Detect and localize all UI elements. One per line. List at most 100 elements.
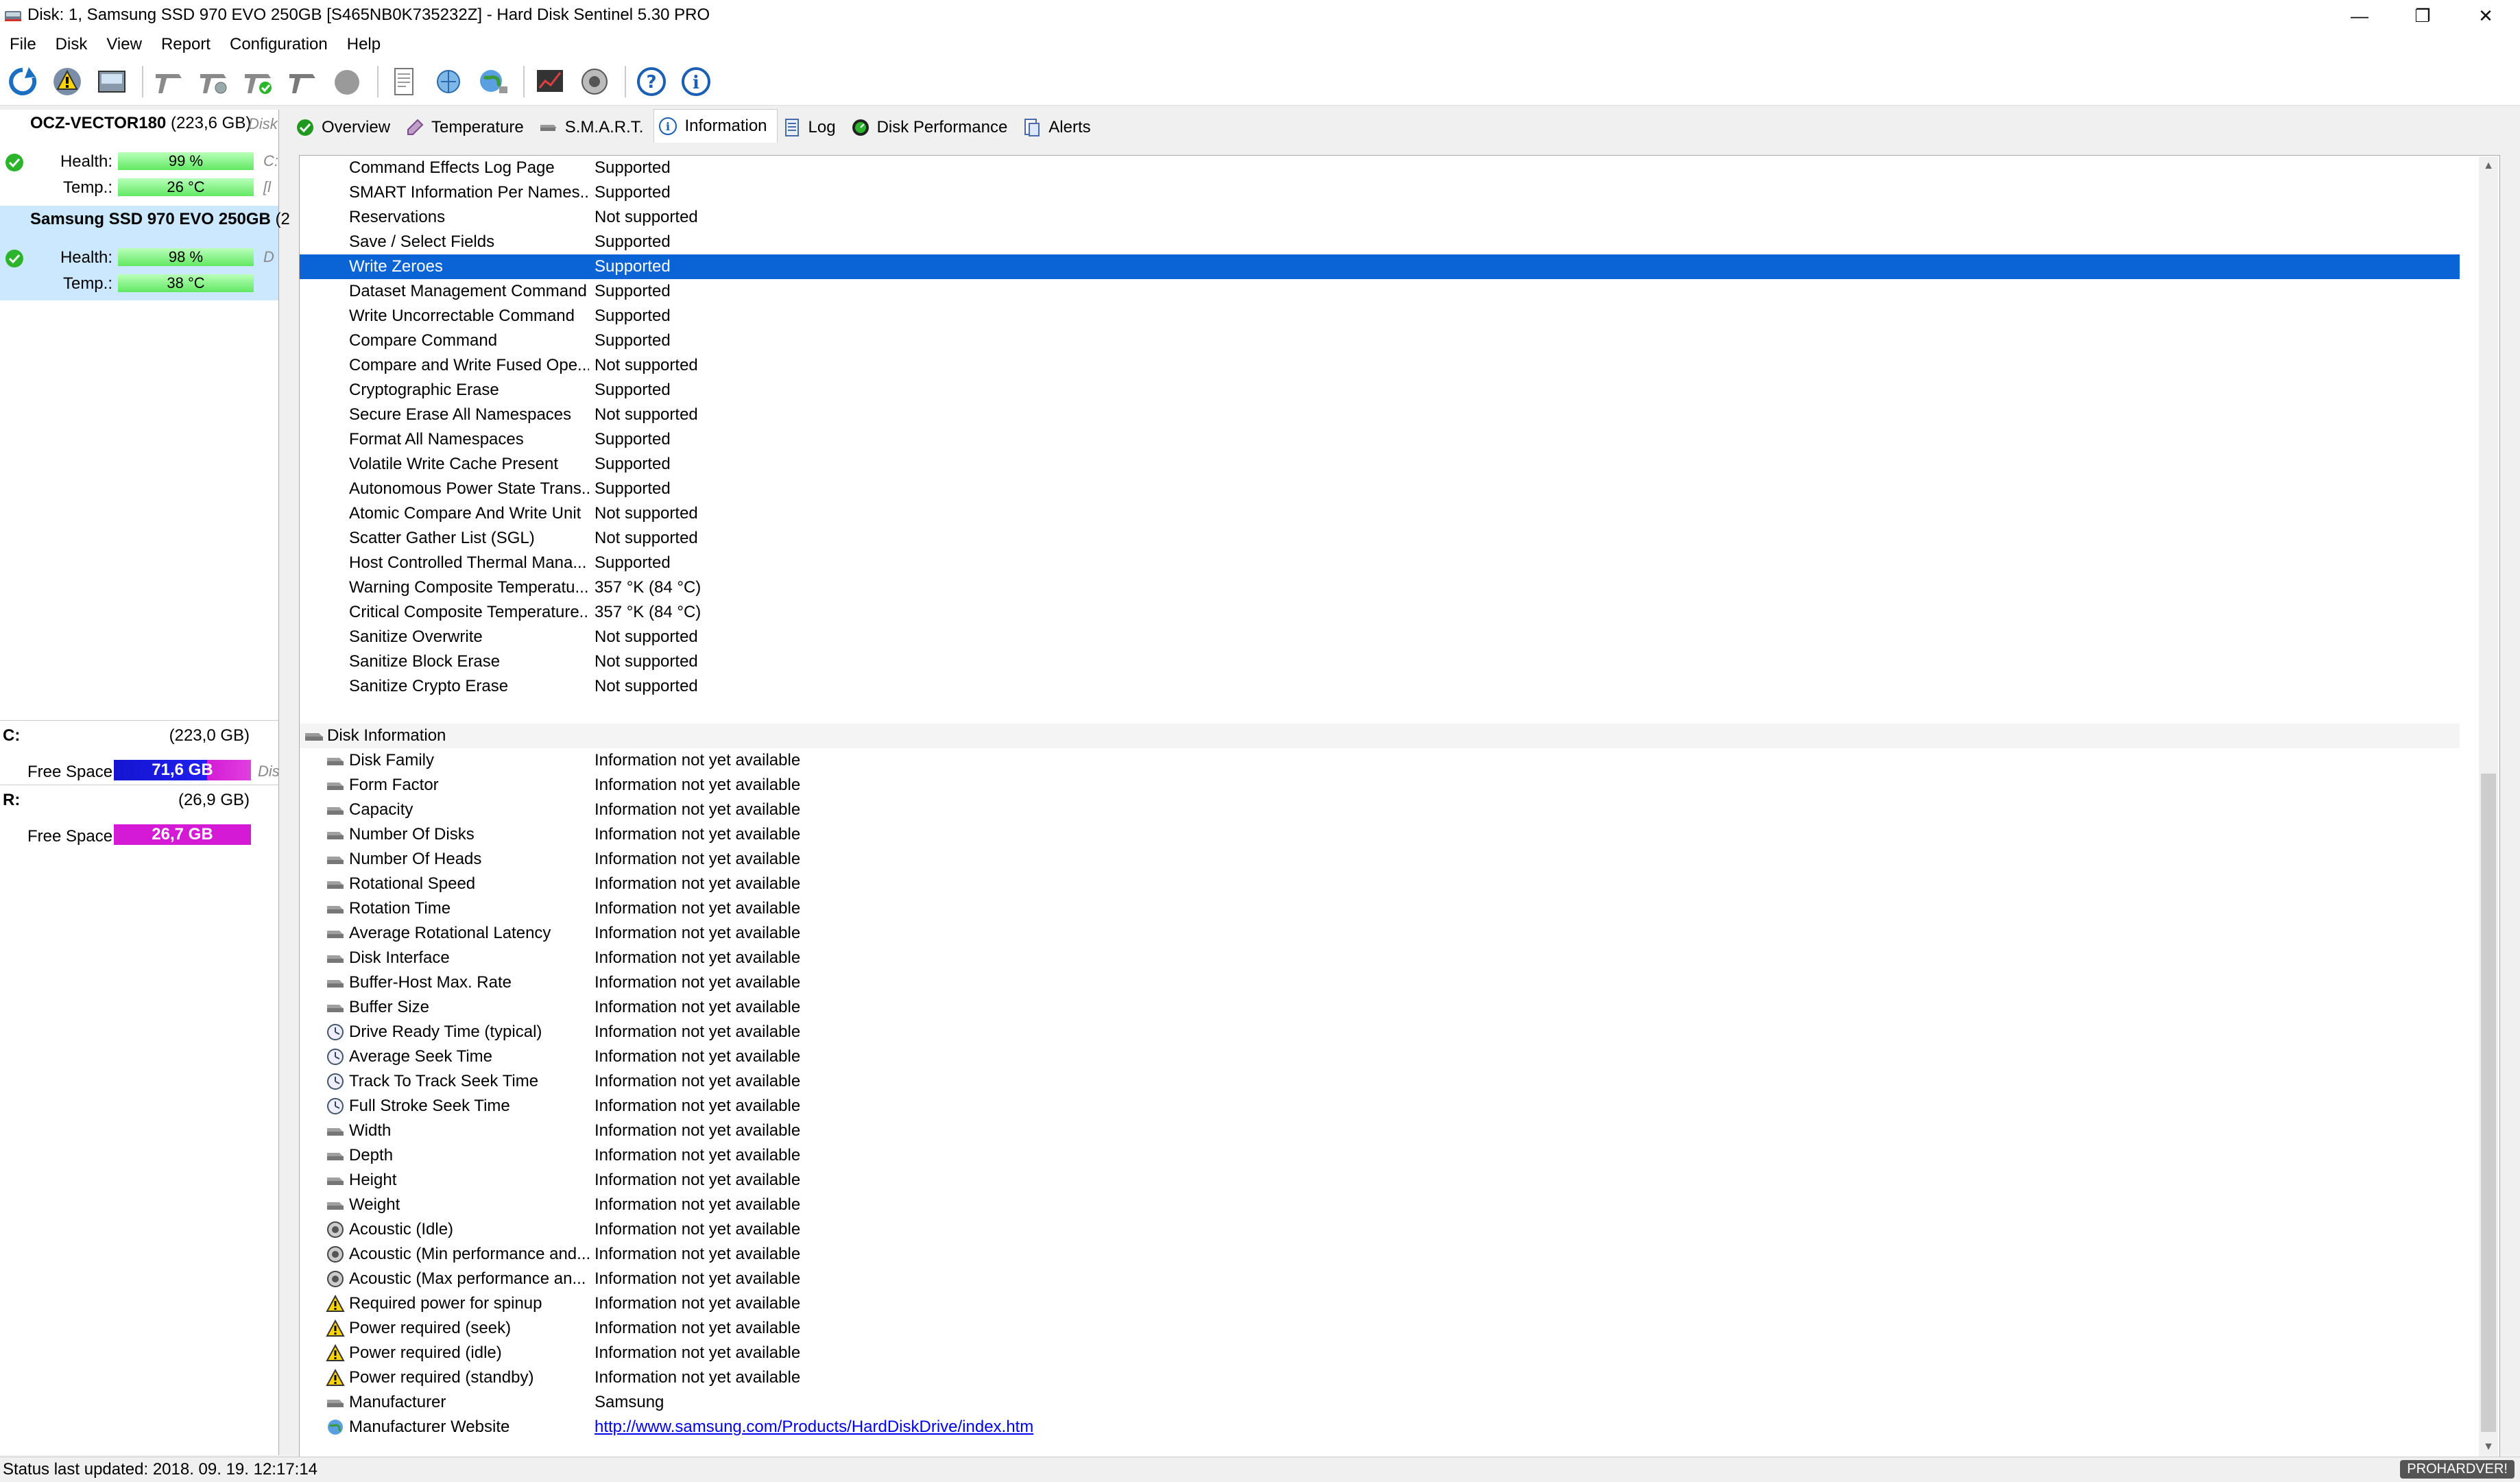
feature-row[interactable]: Write Uncorrectable Command Supported (300, 304, 2460, 328)
about-button[interactable]: i (676, 62, 716, 101)
feature-row[interactable]: Compare Command Supported (300, 328, 2460, 353)
feature-row[interactable]: Sanitize Block Erase Not supported (300, 649, 2460, 674)
disk-info-section-header[interactable]: Disk Information (300, 724, 2460, 748)
feature-row[interactable]: Save / Select Fields Supported (300, 230, 2460, 254)
disk-info-row[interactable]: Rotational Speed Information not yet avai… (300, 872, 2460, 896)
disk-info-row[interactable]: Average Seek Time Information not yet ava… (300, 1044, 2460, 1069)
disk-info-row[interactable]: Acoustic (Max performance an... Informati… (300, 1267, 2460, 1291)
minimize-button[interactable]: — (2328, 0, 2391, 32)
disk-info-row[interactable]: Width Information not yet available (300, 1119, 2460, 1143)
disk-info-button[interactable] (92, 62, 132, 101)
disk-info-row[interactable]: Acoustic (Idle) Information not yet avail… (300, 1217, 2460, 1242)
disk-info-row[interactable]: Track To Track Seek Time Information not … (300, 1069, 2460, 1094)
menu-disk[interactable]: Disk (46, 32, 97, 58)
tab-log[interactable]: Log (778, 112, 846, 143)
temp-bar: 26 °C (118, 178, 254, 196)
menu-report[interactable]: Report (152, 32, 220, 58)
feature-row[interactable]: Compare and Write Fused Ope... Not suppor… (300, 353, 2460, 378)
close-button[interactable]: ✕ (2454, 0, 2517, 32)
feature-row[interactable]: Format All Namespaces Supported (300, 427, 2460, 452)
sound-button[interactable] (575, 62, 614, 101)
menu-view[interactable]: View (97, 32, 152, 58)
blob-icon (335, 69, 359, 95)
disk-info-row[interactable]: Manufacturer Samsung (300, 1390, 2460, 1415)
feature-row[interactable]: Warning Composite Temperatu... 357 °K (84… (300, 575, 2460, 600)
feature-value: Supported (595, 307, 671, 325)
disk-info-row[interactable]: Required power for spinup Information not… (300, 1291, 2460, 1316)
feature-row[interactable]: Reservations Not supported (300, 205, 2460, 230)
feature-row[interactable]: Sanitize Overwrite Not supported (300, 625, 2460, 649)
disk-info-row[interactable]: Buffer Size Information not yet available (300, 995, 2460, 1020)
disk-info-row[interactable]: Number Of Heads Information not yet avail… (300, 847, 2460, 872)
test-button-2[interactable] (193, 62, 233, 101)
feature-row[interactable]: Scatter Gather List (SGL) Not supported (300, 526, 2460, 551)
disk-info-row[interactable]: Power required (idle) Information not yet… (300, 1341, 2460, 1365)
report-button[interactable] (384, 62, 424, 101)
disk-info-row[interactable]: Height Information not yet available (300, 1168, 2460, 1193)
feature-row[interactable]: Dataset Management Command Supported (300, 279, 2460, 304)
disk-info-row[interactable]: Depth Information not yet available (300, 1143, 2460, 1168)
test-button-1[interactable] (149, 62, 189, 101)
tab-overview[interactable]: Overview (291, 112, 400, 143)
tab-disk-performance[interactable]: Disk Performance (846, 112, 1018, 143)
globe-button[interactable] (473, 62, 513, 101)
scroll-thumb[interactable] (2481, 774, 2496, 1432)
probe-check-icon (245, 73, 272, 94)
feature-row[interactable]: Critical Composite Temperature... 357 °K … (300, 600, 2460, 625)
performance-button[interactable] (530, 62, 570, 101)
menu-file[interactable]: File (0, 32, 46, 58)
feature-row[interactable]: Atomic Compare And Write Unit Not support… (300, 501, 2460, 526)
info-name: Disk Interface (349, 948, 450, 967)
help-button[interactable]: ? (632, 62, 671, 101)
tab-information[interactable]: i Information (653, 109, 778, 143)
restore-button[interactable]: ❐ (2391, 0, 2454, 32)
disk-info-row[interactable]: Rotation Time Information not yet availab… (300, 896, 2460, 921)
menu-help[interactable]: Help (337, 32, 390, 58)
scroll-up-arrow[interactable]: ▲ (2479, 156, 2498, 176)
feature-row[interactable]: Command Effects Log Page Supported (300, 156, 2460, 180)
disk-info-row[interactable]: Acoustic (Min performance and... Informat… (300, 1242, 2460, 1267)
volume-c[interactable]: C: (223,0 GB) (0, 720, 278, 750)
disk-info-row[interactable]: Power required (seek) Information not yet… (300, 1316, 2460, 1341)
tab-temperature[interactable]: Temperature (400, 112, 534, 143)
information-view[interactable]: Command Effects Log Page Supported SMART I… (299, 155, 2500, 1458)
tab-smart[interactable]: S.M.A.R.T. (534, 112, 654, 143)
test-button-3[interactable] (238, 62, 278, 101)
feature-row[interactable]: Sanitize Crypto Erase Not supported (300, 674, 2460, 699)
disk-info-row[interactable]: Number Of Disks Information not yet avail… (300, 822, 2460, 847)
network-button[interactable] (429, 62, 468, 101)
disk-info-row[interactable]: Form Factor Information not yet available (300, 773, 2460, 798)
disk-card-samsung[interactable]: Samsung SSD 970 EVO 250GB (2 Health: 98 … (0, 206, 290, 300)
disk-info-row[interactable]: Weight Information not yet available (300, 1193, 2460, 1217)
health-label: Health: (60, 152, 112, 171)
disk-info-row[interactable]: Power required (standby) Information not … (300, 1365, 2460, 1390)
scroll-down-arrow[interactable]: ▼ (2479, 1437, 2498, 1457)
disk-info-row[interactable]: Average Rotational Latency Information no… (300, 921, 2460, 946)
disk-info-row[interactable]: Disk Family Information not yet available (300, 748, 2460, 773)
refresh-button[interactable] (3, 62, 43, 101)
disk-info-row[interactable]: Drive Ready Time (typical) Information no… (300, 1020, 2460, 1044)
disk-info-row[interactable]: Disk Interface Information not yet availa… (300, 946, 2460, 970)
feature-row[interactable]: Write Zeroes Supported (300, 254, 2460, 279)
disk-info-row[interactable]: Buffer-Host Max. Rate Information not yet… (300, 970, 2460, 995)
test-button-5[interactable] (327, 62, 367, 101)
volume-r[interactable]: R: (26,9 GB) (0, 785, 278, 814)
disk-info-row[interactable]: Manufacturer Website http://www.samsung.c… (300, 1415, 2460, 1439)
disk-info-row[interactable]: Full Stroke Seek Time Information not yet… (300, 1094, 2460, 1119)
test-button-4[interactable] (283, 62, 322, 101)
vertical-scrollbar[interactable]: ▲ ▼ (2479, 156, 2498, 1457)
feature-row[interactable]: SMART Information Per Names... Supported (300, 180, 2460, 205)
feature-row[interactable]: Secure Erase All Namespaces Not supported (300, 403, 2460, 427)
alert-button[interactable] (47, 62, 87, 101)
feature-row[interactable]: Autonomous Power State Trans... Supported (300, 477, 2460, 501)
disk-info-row[interactable]: Capacity Information not yet available (300, 798, 2460, 822)
tab-alerts[interactable]: Alerts (1018, 112, 1101, 143)
feature-row[interactable]: Host Controlled Thermal Mana... Supported (300, 551, 2460, 575)
info-name: Drive Ready Time (typical) (349, 1023, 542, 1041)
feature-row[interactable]: Cryptographic Erase Supported (300, 378, 2460, 403)
info-value: Information not yet available (595, 776, 801, 794)
menu-configuration[interactable]: Configuration (220, 32, 337, 58)
disk-card-ocz[interactable]: OCZ-VECTOR180 (223,6 GB) Disk Health: 99… (0, 110, 278, 204)
feature-row[interactable]: Volatile Write Cache Present Supported (300, 452, 2460, 477)
manufacturer-website-link[interactable]: http://www.samsung.com/Products/HardDisk… (595, 1415, 1033, 1439)
